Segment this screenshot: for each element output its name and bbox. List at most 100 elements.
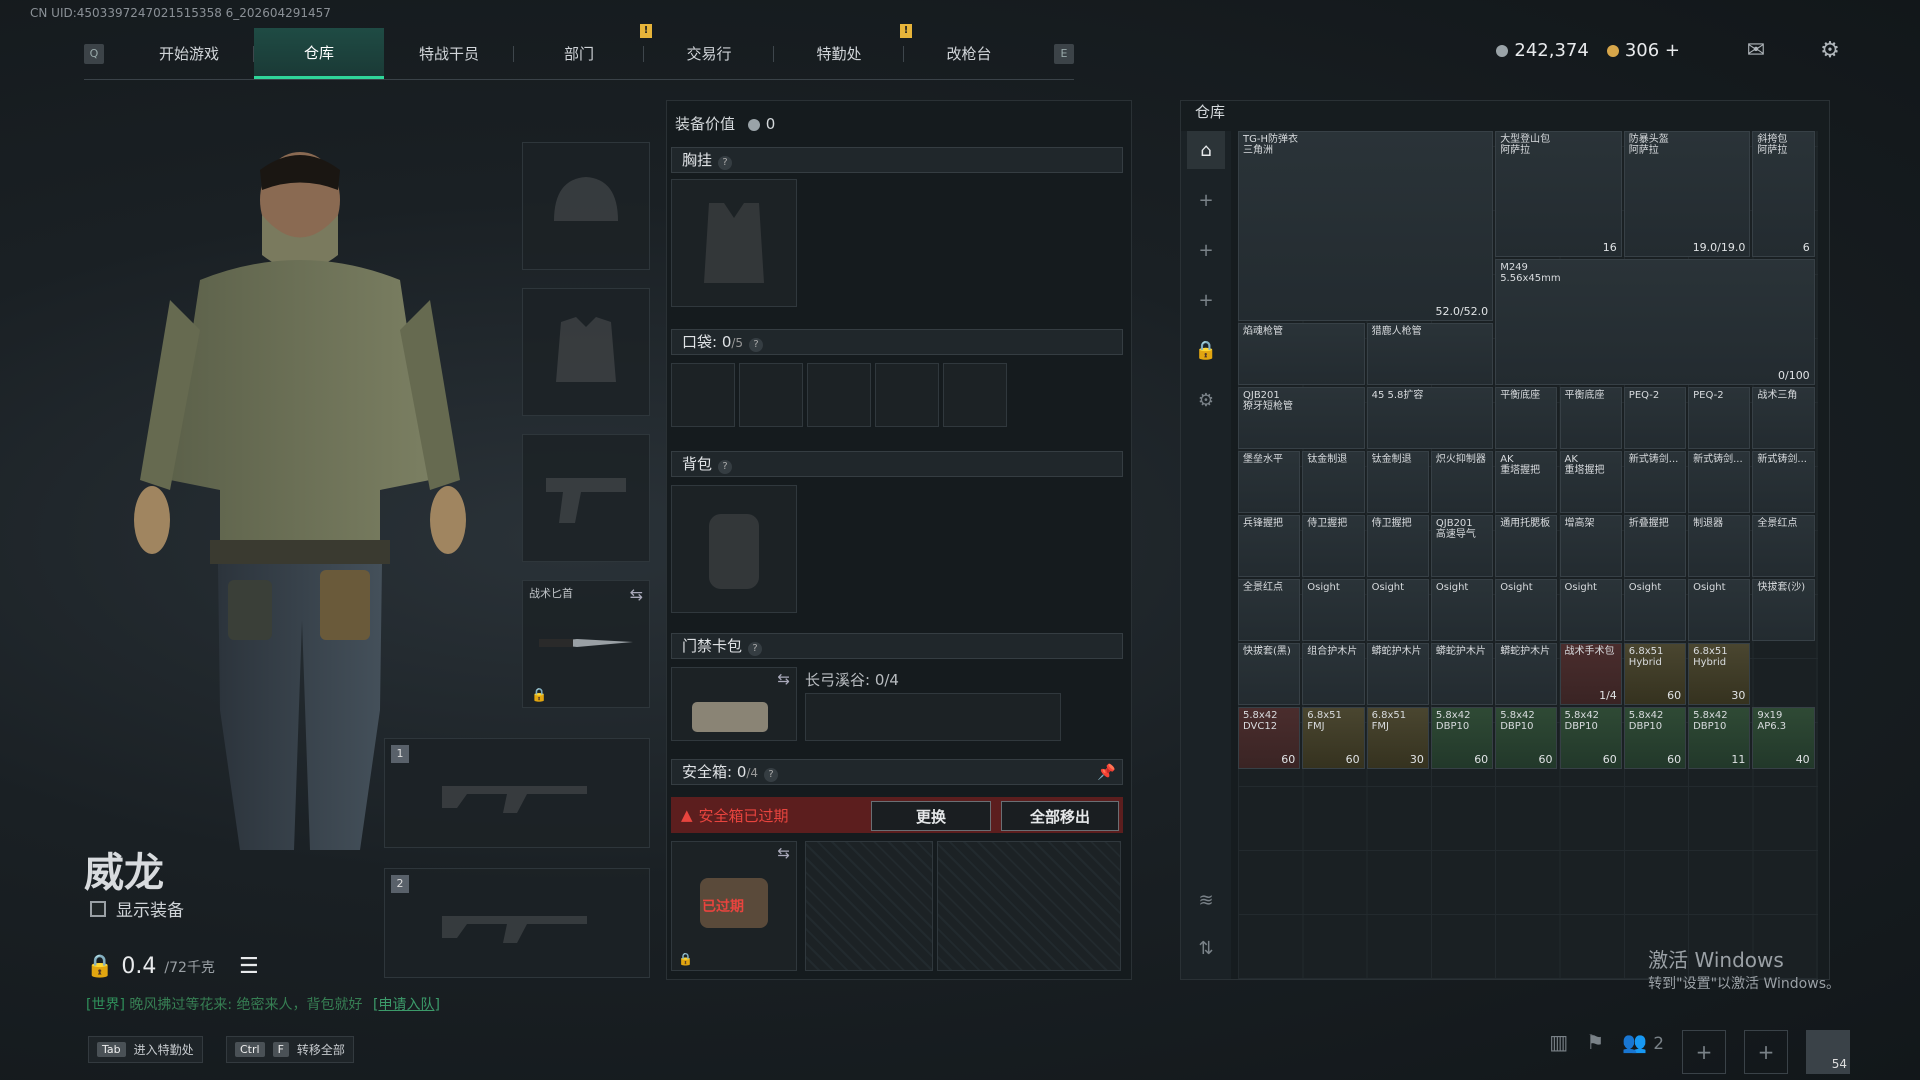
warehouse-item[interactable]: 平衡底座 <box>1495 387 1558 449</box>
mail-icon[interactable]: ✉ <box>1742 38 1770 63</box>
settings-gear-icon[interactable]: ⚙ <box>1816 38 1844 63</box>
tab-department[interactable]: 部门! <box>514 24 652 79</box>
nav-left-key[interactable]: Q <box>84 43 104 64</box>
warehouse-item[interactable]: 6.8x51 FMJ 30 <box>1366 707 1429 769</box>
warehouse-item[interactable]: QJB201 獠牙短枪管 <box>1238 387 1365 449</box>
warehouse-item[interactable]: M249 5.56x45mm 0/100 <box>1495 259 1815 385</box>
safe-box-cell[interactable] <box>937 841 1121 971</box>
warehouse-item[interactable]: Osight <box>1302 579 1365 641</box>
warehouse-item[interactable]: 折叠握把 <box>1623 515 1687 577</box>
settings-gear-icon[interactable]: ⚙ <box>1187 381 1225 419</box>
primary-weapon-slot-2[interactable]: 2 <box>384 868 650 978</box>
tab-operators[interactable]: 特战干员 <box>384 28 514 79</box>
warehouse-item[interactable]: Osight <box>1495 579 1558 641</box>
warehouse-item[interactable]: 5.8x42 DBP10 60 <box>1559 707 1622 769</box>
squad-icon[interactable]: 👥 2 <box>1622 1030 1664 1074</box>
warehouse-item[interactable]: QJB201 高速导气 <box>1430 515 1494 577</box>
stats-icon[interactable]: ▥ <box>1549 1030 1568 1074</box>
warehouse-item[interactable]: 炽火抑制器 <box>1430 451 1494 513</box>
warehouse-item[interactable]: 斜挎包 阿萨拉 6 <box>1752 131 1815 257</box>
warehouse-item[interactable]: Osight <box>1366 579 1429 641</box>
warehouse-item[interactable]: 兵锋握把 <box>1238 515 1301 577</box>
swap-icon[interactable]: ⇆ <box>777 670 790 688</box>
player-avatar[interactable]: 54 <box>1806 1030 1850 1074</box>
help-icon[interactable]: ? <box>764 768 779 782</box>
warehouse-item[interactable]: 蟒蛇护木片 <box>1495 643 1558 705</box>
warehouse-item[interactable]: 9x19 AP6.3 40 <box>1752 707 1815 769</box>
warehouse-item[interactable]: 增高架 <box>1559 515 1622 577</box>
warehouse-item[interactable]: 5.8x42 DBP10 60 <box>1430 707 1494 769</box>
warehouse-item[interactable]: AK 重塔握把 <box>1495 451 1558 513</box>
warehouse-item[interactable]: 45 5.8扩容 <box>1366 387 1494 449</box>
keycard-case-slot[interactable]: ⇆ <box>671 667 797 741</box>
layers-icon[interactable]: ≋ <box>1187 881 1225 919</box>
chest-rig-slot[interactable] <box>671 179 797 307</box>
keycard-slots[interactable] <box>805 693 1061 741</box>
tab-warehouse[interactable]: 仓库 <box>254 28 384 79</box>
warehouse-item[interactable]: 战术三角 <box>1752 387 1815 449</box>
pocket-slot[interactable] <box>807 363 871 427</box>
flag-icon[interactable]: ⚑ <box>1586 1030 1604 1074</box>
armor-slot[interactable] <box>522 288 650 416</box>
sort-icon[interactable]: ⇅ <box>1187 929 1225 967</box>
warehouse-item[interactable]: Osight <box>1559 579 1622 641</box>
warehouse-item[interactable]: 蟒蛇护木片 <box>1430 643 1494 705</box>
lock-icon[interactable]: 🔒 <box>1187 331 1225 369</box>
swap-icon[interactable]: ⇆ <box>630 585 643 604</box>
warehouse-item[interactable]: 5.8x42 DBP10 60 <box>1623 707 1687 769</box>
warehouse-item[interactable]: 侍卫握把 <box>1302 515 1365 577</box>
add-tab-icon[interactable]: + <box>1187 281 1225 319</box>
warehouse-main-icon[interactable]: ⌂ <box>1187 131 1225 169</box>
backpack-slot[interactable] <box>671 485 797 613</box>
warehouse-item[interactable]: 大型登山包 阿萨拉 16 <box>1495 131 1622 257</box>
help-icon[interactable]: ? <box>718 156 733 170</box>
warehouse-item[interactable]: Osight <box>1430 579 1494 641</box>
warehouse-item[interactable]: 钛金制退 <box>1366 451 1429 513</box>
help-icon[interactable]: ? <box>748 642 763 656</box>
warehouse-item[interactable]: 6.8x51 Hybrid 30 <box>1688 643 1751 705</box>
warehouse-item[interactable]: 焰魂枪管 <box>1238 323 1365 385</box>
add-tab-icon[interactable]: + <box>1187 231 1225 269</box>
add-friend-button[interactable]: + <box>1682 1030 1726 1074</box>
warehouse-item[interactable]: 平衡底座 <box>1559 387 1622 449</box>
gold-currency[interactable]: 306 + <box>1606 40 1680 61</box>
list-icon[interactable]: ☰ <box>239 954 259 979</box>
help-icon[interactable]: ? <box>718 460 733 474</box>
swap-icon[interactable]: ⇆ <box>777 844 790 862</box>
pocket-slot[interactable] <box>875 363 939 427</box>
helmet-slot[interactable] <box>522 142 650 270</box>
add-tab-icon[interactable]: + <box>1187 181 1225 219</box>
sidearm-slot[interactable] <box>522 434 650 562</box>
show-equipment-toggle[interactable]: 显示装备 <box>90 896 184 921</box>
show-equipment-checkbox[interactable] <box>90 900 106 917</box>
replace-button[interactable]: 更换 <box>871 801 991 831</box>
warehouse-item[interactable]: Osight <box>1623 579 1687 641</box>
warehouse-item[interactable]: 战术手术包 1/4 <box>1559 643 1622 705</box>
warehouse-item[interactable]: 全景红点 <box>1238 579 1301 641</box>
warehouse-item[interactable]: 堡垒水平 <box>1238 451 1301 513</box>
warehouse-item[interactable]: 防暴头盔 阿萨拉 19.0/19.0 <box>1623 131 1751 257</box>
warehouse-item[interactable]: 通用托腮板 <box>1495 515 1558 577</box>
warehouse-item[interactable]: 5.8x42 DBP10 11 <box>1688 707 1751 769</box>
warehouse-item[interactable]: 5.8x42 DVC12 60 <box>1238 707 1301 769</box>
tab-start-game[interactable]: 开始游戏 <box>124 28 254 79</box>
warehouse-item[interactable]: 侍卫握把 <box>1366 515 1429 577</box>
hint-enter-special-ops[interactable]: Tab 进入特勤处 <box>88 1036 203 1063</box>
nav-right-key[interactable]: E <box>1054 43 1074 64</box>
warehouse-item[interactable]: 钛金制退 <box>1302 451 1365 513</box>
pocket-slot[interactable] <box>943 363 1007 427</box>
warehouse-item[interactable]: TG-H防弹衣 三角洲 52.0/52.0 <box>1238 131 1494 321</box>
tab-trade[interactable]: 交易行 <box>644 28 774 79</box>
warehouse-item[interactable]: 6.8x51 FMJ 60 <box>1302 707 1365 769</box>
warehouse-item[interactable]: 制退器 <box>1688 515 1751 577</box>
warehouse-item[interactable]: PEQ-2 <box>1688 387 1751 449</box>
help-icon[interactable]: ? <box>749 338 764 352</box>
warehouse-item[interactable]: Osight <box>1688 579 1751 641</box>
pocket-slot[interactable] <box>739 363 803 427</box>
warehouse-item[interactable]: 新式铸剑... <box>1688 451 1751 513</box>
hint-transfer-all[interactable]: Ctrl F 转移全部 <box>226 1036 354 1063</box>
warehouse-item[interactable]: 5.8x42 DBP10 60 <box>1495 707 1558 769</box>
safe-box-cell[interactable] <box>805 841 933 971</box>
warehouse-item[interactable]: 6.8x51 Hybrid 60 <box>1623 643 1687 705</box>
remove-all-button[interactable]: 全部移出 <box>1001 801 1119 831</box>
